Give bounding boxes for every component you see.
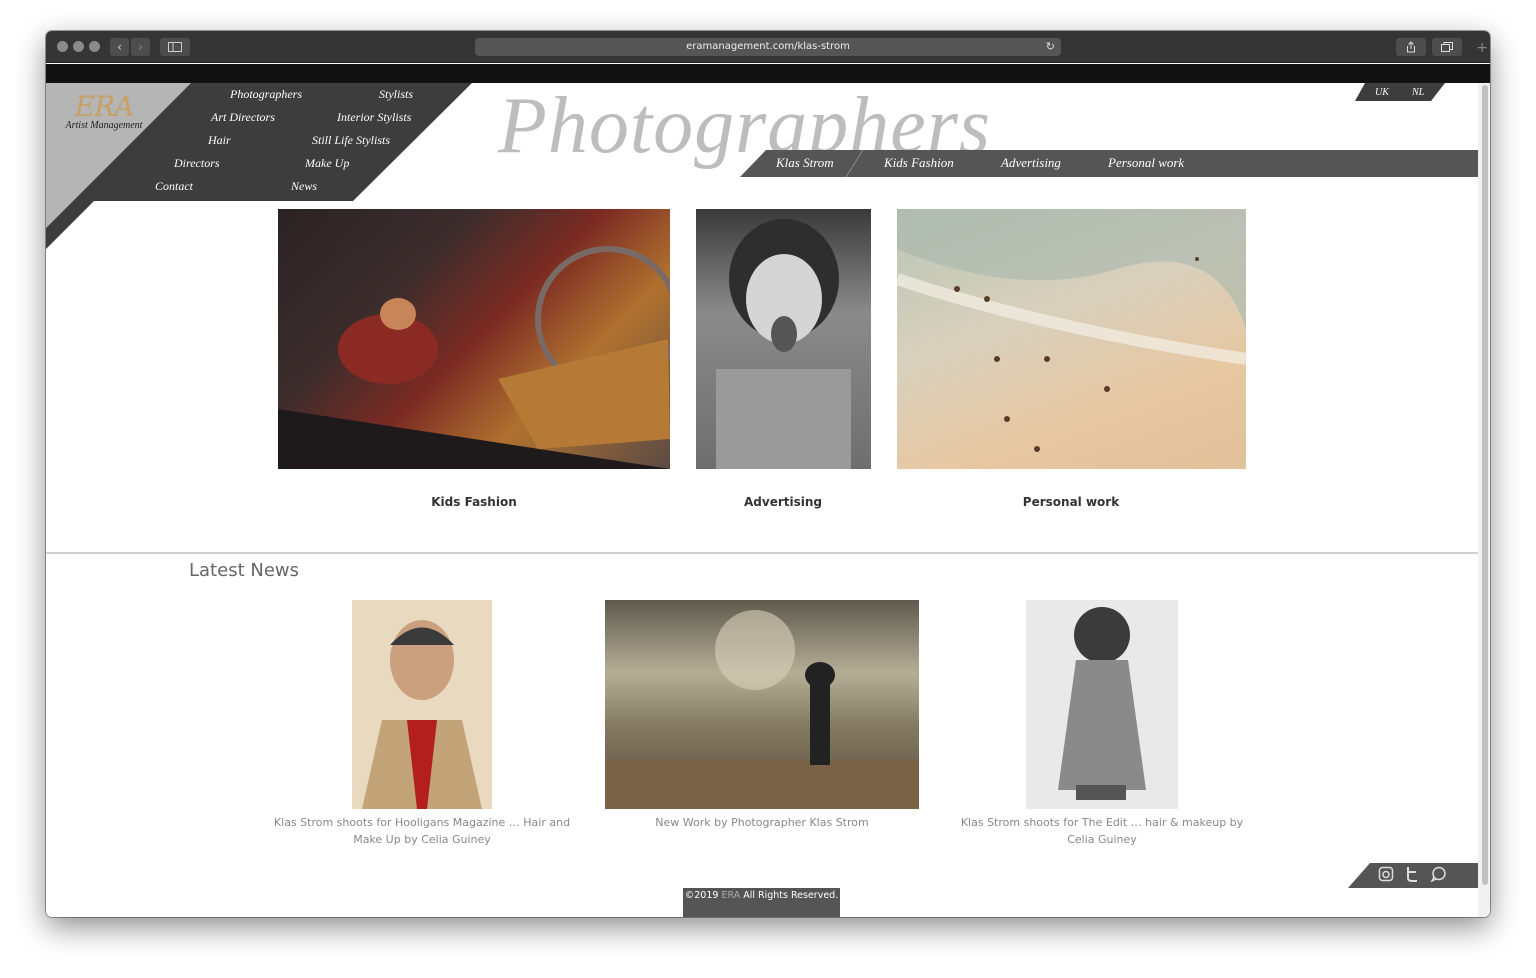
news-photo-3[interactable] bbox=[1026, 600, 1178, 809]
menu-art-directors[interactable]: Art Directors bbox=[211, 110, 275, 125]
lang-uk[interactable]: UK bbox=[1375, 87, 1389, 98]
zoom-window-button[interactable] bbox=[89, 41, 100, 52]
footer-prefix: ©2019 bbox=[684, 890, 722, 901]
subnav-personal-work[interactable]: Personal work bbox=[1108, 155, 1184, 171]
category-caption-kids-fashion[interactable]: Kids Fashion bbox=[378, 495, 570, 509]
menu-directors[interactable]: Directors bbox=[174, 156, 220, 171]
era-logo[interactable]: ERA Artist Management bbox=[54, 93, 154, 131]
category-caption-advertising[interactable]: Advertising bbox=[723, 495, 843, 509]
news-image-1 bbox=[362, 620, 482, 809]
news-caption-3[interactable]: Klas Strom shoots for The Edit … hair & … bbox=[946, 814, 1258, 848]
footer-brand[interactable]: ERA bbox=[721, 890, 740, 901]
language-bar-background bbox=[1355, 83, 1445, 101]
menu-news[interactable]: News bbox=[291, 179, 317, 194]
logo-wordmark: ERA bbox=[74, 90, 135, 123]
share-icon bbox=[1407, 41, 1415, 53]
webpage: ERA Artist Management Photographers Styl… bbox=[46, 82, 1478, 917]
menu-still-life-stylists[interactable]: Still Life Stylists bbox=[312, 133, 390, 148]
url-text: eramanagement.com/klas-strom bbox=[686, 41, 850, 52]
browser-toolbar: ‹ › eramanagement.com/klas-strom ↻ + bbox=[46, 31, 1490, 63]
news-caption-1[interactable]: Klas Strom shoots for Hooligans Magazine… bbox=[260, 814, 584, 848]
social-links bbox=[1348, 863, 1478, 892]
kids-fashion-photo[interactable] bbox=[278, 209, 670, 469]
menu-stylists[interactable]: Stylists bbox=[379, 87, 413, 102]
menu-hair[interactable]: Hair bbox=[208, 133, 231, 148]
share-button[interactable] bbox=[1396, 38, 1426, 56]
news-image-3 bbox=[1058, 607, 1146, 800]
back-button[interactable]: ‹ bbox=[110, 38, 129, 56]
latest-news-heading: Latest News bbox=[189, 560, 299, 581]
new-tab-button[interactable]: + bbox=[1476, 40, 1488, 56]
advertising-image bbox=[716, 219, 851, 469]
instagram-icon[interactable] bbox=[1378, 866, 1394, 886]
sidebar-icon bbox=[168, 42, 182, 52]
sidebar-toggle-button[interactable] bbox=[160, 38, 190, 56]
twitter-icon[interactable] bbox=[1404, 866, 1420, 886]
menu-interior-stylists[interactable]: Interior Stylists bbox=[337, 110, 411, 125]
scrollbar-thumb[interactable] bbox=[1482, 85, 1488, 885]
logo-subtitle: Artist Management bbox=[65, 120, 143, 131]
footer-copyright: ©2019 ERA All Rights Reserved. bbox=[683, 888, 840, 917]
forward-button[interactable]: › bbox=[131, 38, 150, 56]
menu-photographers[interactable]: Photographers bbox=[230, 87, 302, 102]
close-window-button[interactable] bbox=[57, 41, 68, 52]
reload-icon[interactable]: ↻ bbox=[1046, 38, 1055, 56]
subnav-advertising[interactable]: Advertising bbox=[1001, 155, 1061, 171]
news-image-2 bbox=[605, 610, 919, 809]
browser-window: ‹ › eramanagement.com/klas-strom ↻ + ERA… bbox=[46, 31, 1490, 917]
news-photo-1[interactable] bbox=[352, 600, 492, 809]
news-photo-2[interactable] bbox=[605, 600, 919, 809]
language-switcher: UK NL bbox=[1355, 83, 1445, 105]
advertising-photo[interactable] bbox=[696, 209, 871, 469]
personal-work-photo[interactable] bbox=[897, 209, 1246, 469]
news-caption-2[interactable]: New Work by Photographer Klas Strom bbox=[605, 814, 919, 831]
address-bar[interactable]: eramanagement.com/klas-strom ↻ bbox=[475, 38, 1061, 56]
footer-suffix: All Rights Reserved. bbox=[740, 890, 839, 901]
subnav-klas-strom[interactable]: Klas Strom bbox=[776, 155, 834, 171]
chat-icon[interactable] bbox=[1430, 866, 1446, 886]
menu-contact[interactable]: Contact bbox=[155, 179, 193, 194]
minimize-window-button[interactable] bbox=[73, 41, 84, 52]
lang-nl[interactable]: NL bbox=[1412, 87, 1424, 98]
kids-fashion-image bbox=[278, 246, 670, 469]
tabs-icon bbox=[1441, 42, 1453, 52]
category-caption-personal-work[interactable]: Personal work bbox=[1011, 495, 1131, 509]
tabs-overview-button[interactable] bbox=[1432, 38, 1462, 56]
screen: ‹ › eramanagement.com/klas-strom ↻ + ERA… bbox=[0, 0, 1536, 978]
section-divider bbox=[46, 552, 1478, 554]
menu-make-up[interactable]: Make Up bbox=[305, 156, 349, 171]
photographer-subnav: Klas Strom Kids Fashion Advertising Pers… bbox=[740, 150, 1478, 177]
subnav-kids-fashion[interactable]: Kids Fashion bbox=[884, 155, 954, 171]
personal-work-image bbox=[897, 209, 1246, 452]
